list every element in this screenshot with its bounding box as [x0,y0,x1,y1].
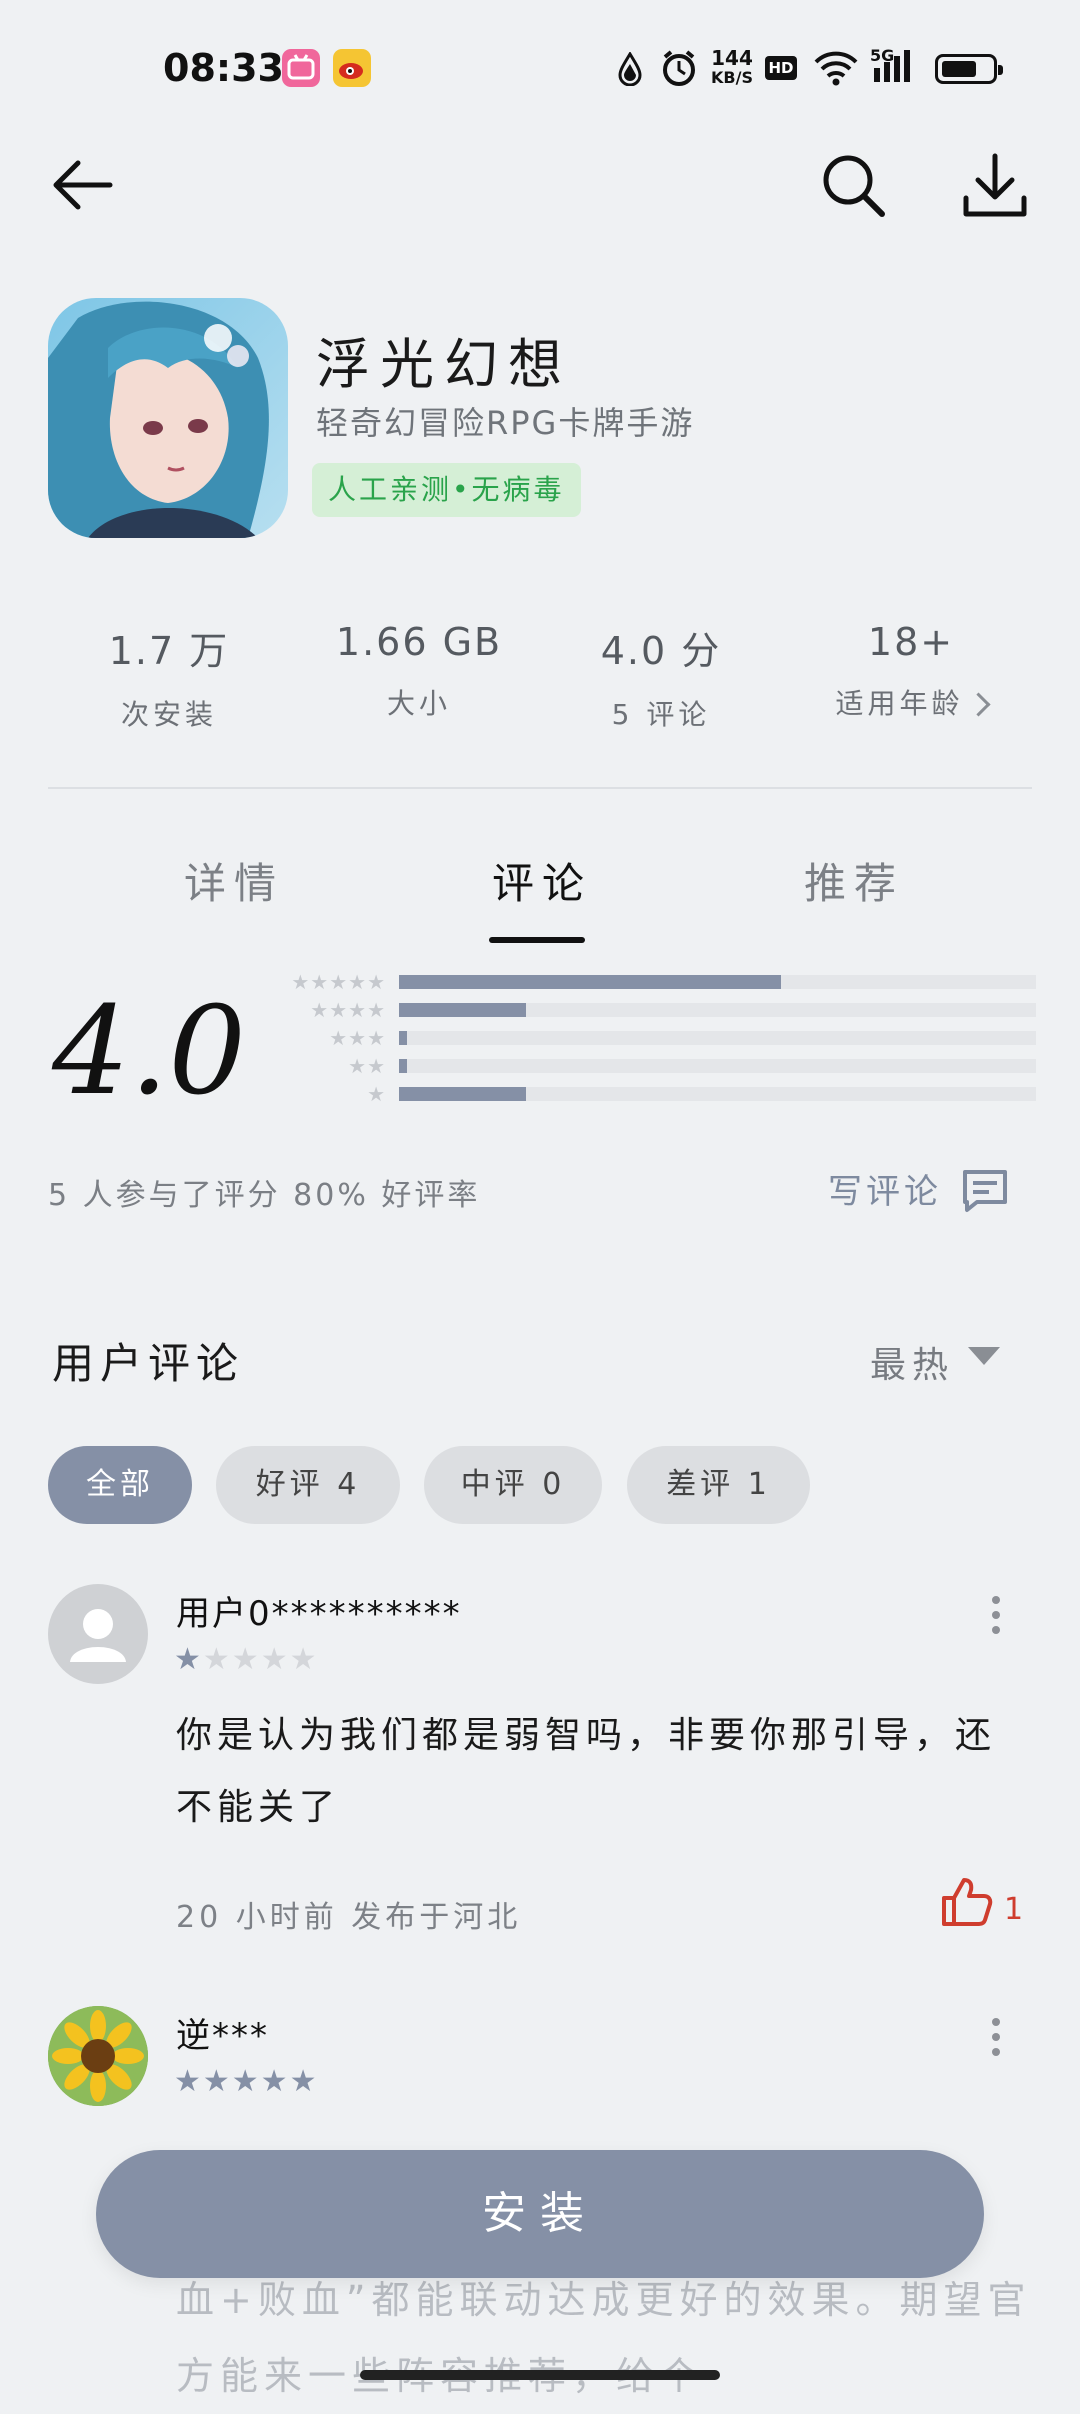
review-text: 血+败血”都能联动达成更好的效果。期望官方能来一些阵容推荐，给个 [176,2278,1032,2398]
user-reviews-title: 用户评论 [52,1339,245,1388]
sort-dropdown[interactable]: 最热 [870,1336,954,1388]
wifi-icon [813,50,859,90]
review-stars: ★★★★★ [174,1642,319,1677]
alarm-icon [660,48,698,92]
rating-bar-1: ★ [266,1082,1036,1106]
star-row-icon: ★ [367,1082,386,1106]
weibo-icon [333,49,371,87]
virus-free-badge: 人工亲测•无病毒 [312,463,581,517]
more-options-icon[interactable] [992,1596,1000,1641]
filter-positive[interactable]: 好评 4 [216,1446,400,1524]
avatar[interactable] [48,2006,148,2106]
rating-bar-3: ★★★ [266,1026,1036,1050]
filter-negative[interactable]: 差评 1 [627,1446,810,1524]
signal-icon: 5G [870,46,920,90]
caret-down-icon[interactable] [968,1347,1000,1365]
home-indicator[interactable] [360,2370,720,2380]
star-row-icon: ★★★★ [310,998,386,1022]
water-drop-icon [616,51,644,90]
tab-recommend[interactable]: 推荐 [804,850,904,911]
chevron-right-icon [965,692,991,717]
write-review-button[interactable]: 写评论 [828,1164,942,1213]
install-button[interactable]: 安装 [96,2150,984,2278]
rating-bar-4: ★★★★ [266,998,1036,1022]
search-icon[interactable] [818,150,888,220]
rating-bar-2: ★★ [266,1054,1036,1078]
rating-summary: 5 人参与了评分 80% 好评率 [48,1178,481,1213]
stat-age[interactable]: 18+ 适用年龄 [786,620,1036,722]
review-username: 逆*** [176,2016,269,2056]
tab-reviews[interactable]: 评论 [492,850,592,911]
net-speed: 144 KB/S [711,46,753,87]
stat-installs: 1.7 万次安装 [108,629,230,731]
review-stars: ★★★★★ [174,2064,319,2099]
tab-active-indicator [489,937,585,943]
review-meta: 20 小时前 发布于河北 [176,1900,522,1935]
stat-rating: 4.0 分5 评论 [600,629,722,731]
status-bar: 08:33 144 KB/S HD 5G [0,0,1080,130]
filter-neutral[interactable]: 中评 0 [424,1446,602,1524]
stat-size: 1.66 GB 大小 [335,620,503,720]
rating-bar-5: ★★★★★ [266,970,1036,994]
avatar[interactable] [48,1584,148,1684]
star-row-icon: ★★ [348,1054,386,1078]
thumbs-up-icon[interactable] [938,1874,994,1934]
divider [48,787,1032,789]
comment-icon[interactable] [961,1168,1009,1218]
average-score: 4.0 [52,980,247,1122]
more-options-icon[interactable] [992,2018,1000,2063]
download-icon[interactable] [960,150,1030,220]
hd-icon: HD [765,56,797,80]
status-time: 08:33 [163,46,284,90]
filter-all[interactable]: 全部 [48,1446,192,1524]
star-row-icon: ★★★★★ [291,970,386,994]
battery-icon [935,54,1003,84]
app-icon [48,298,288,538]
star-row-icon: ★★★ [329,1026,386,1050]
review-text: 你是认为我们都是弱智吗，非要你那引导，还不能关了 [176,1715,997,1828]
back-arrow-icon[interactable] [48,150,118,220]
bilibili-icon [282,49,320,87]
review-username: 用户0********** [176,1594,462,1634]
tab-details[interactable]: 详情 [184,850,284,911]
like-count: 1 [1004,1892,1024,1927]
app-subtitle: 轻奇幻冒险RPG卡牌手游 [316,404,695,442]
app-title: 浮光幻想 [316,333,572,396]
